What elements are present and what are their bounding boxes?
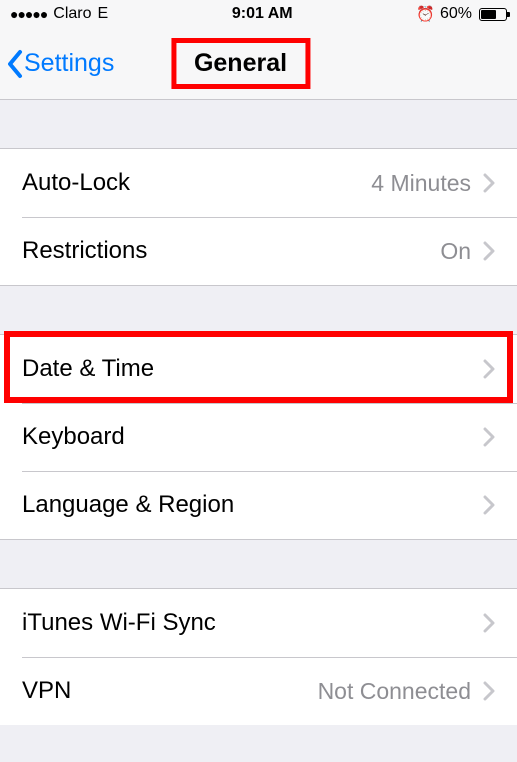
group-spacer <box>0 540 517 588</box>
page-title: General <box>171 38 310 89</box>
settings-group-1: Auto-Lock 4 Minutes Restrictions On <box>0 148 517 286</box>
nav-bar: Settings General <box>0 28 517 100</box>
battery-percent: 60% <box>440 5 472 23</box>
row-label: iTunes Wi-Fi Sync <box>22 609 471 637</box>
row-value: On <box>440 238 471 265</box>
row-label: Date & Time <box>22 355 471 383</box>
network-type-label: E <box>98 5 109 23</box>
row-keyboard[interactable]: Keyboard <box>0 403 517 471</box>
settings-group-3: iTunes Wi-Fi Sync VPN Not Connected <box>0 588 517 725</box>
row-itunes-wifi-sync[interactable]: iTunes Wi-Fi Sync <box>0 589 517 657</box>
chevron-right-icon <box>483 173 495 193</box>
status-left: ●●●●● Claro E <box>10 5 108 23</box>
row-value: 4 Minutes <box>371 170 471 197</box>
chevron-right-icon <box>483 681 495 701</box>
row-auto-lock[interactable]: Auto-Lock 4 Minutes <box>0 149 517 217</box>
carrier-label: Claro <box>53 5 91 23</box>
status-right: ⏰ 60% <box>416 5 507 23</box>
row-label: VPN <box>22 677 318 705</box>
row-label: Restrictions <box>22 237 440 265</box>
battery-icon <box>479 8 507 21</box>
chevron-right-icon <box>483 613 495 633</box>
row-vpn[interactable]: VPN Not Connected <box>0 657 517 725</box>
row-date-time[interactable]: Date & Time <box>0 335 517 403</box>
group-spacer <box>0 100 517 148</box>
signal-strength-icon: ●●●●● <box>10 6 47 22</box>
row-value: Not Connected <box>318 678 471 705</box>
settings-group-2: Date & Time Keyboard Language & Region <box>0 334 517 540</box>
row-label: Language & Region <box>22 491 471 519</box>
group-spacer <box>0 286 517 334</box>
chevron-left-icon <box>6 49 24 79</box>
status-bar: ●●●●● Claro E 9:01 AM ⏰ 60% <box>0 0 517 28</box>
alarm-icon: ⏰ <box>416 5 435 23</box>
row-restrictions[interactable]: Restrictions On <box>0 217 517 285</box>
row-label: Auto-Lock <box>22 169 371 197</box>
back-button[interactable]: Settings <box>0 49 114 79</box>
chevron-right-icon <box>483 495 495 515</box>
back-label: Settings <box>24 49 114 78</box>
status-time: 9:01 AM <box>232 5 293 23</box>
chevron-right-icon <box>483 359 495 379</box>
chevron-right-icon <box>483 241 495 261</box>
row-label: Keyboard <box>22 423 471 451</box>
chevron-right-icon <box>483 427 495 447</box>
row-language-region[interactable]: Language & Region <box>0 471 517 539</box>
